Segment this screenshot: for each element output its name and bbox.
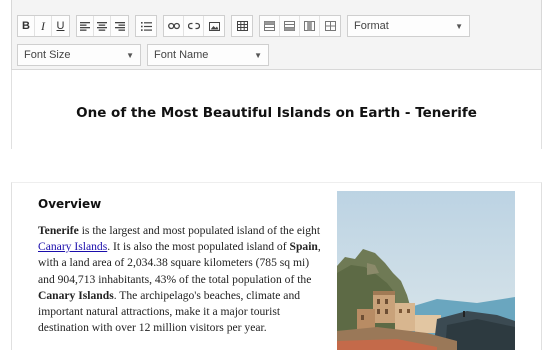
insert-group xyxy=(163,15,225,37)
text-canary-islands: Canary Islands xyxy=(38,288,114,302)
font-size-select[interactable]: Font Size ▼ xyxy=(17,44,141,66)
col-delete-button[interactable] xyxy=(320,16,340,36)
page-gap xyxy=(0,149,551,182)
list-group xyxy=(135,15,157,37)
unlink-icon xyxy=(187,22,200,30)
format-select-label: Format xyxy=(354,20,389,32)
chevron-down-icon: ▼ xyxy=(455,21,463,31)
toolbar-row-2: Font Size ▼ Font Name ▼ xyxy=(17,43,275,67)
paragraph-text: . It is also the most populated island o… xyxy=(107,240,290,254)
table-group xyxy=(231,15,253,37)
row-insert-icon xyxy=(264,21,275,31)
font-name-select[interactable]: Font Name ▼ xyxy=(147,44,269,66)
chevron-down-icon: ▼ xyxy=(254,50,262,60)
bullet-list-button[interactable] xyxy=(136,16,156,36)
table-icon xyxy=(236,21,248,31)
col-insert-button[interactable] xyxy=(300,16,320,36)
font-name-select-label: Font Name xyxy=(154,49,209,61)
coastal-village-image xyxy=(337,191,515,350)
rich-text-editor: B I U Format ▼ Font Size ▼ Font Name ▼ O… xyxy=(0,0,551,350)
overview-paragraph: Tenerife is the largest and most populat… xyxy=(38,223,323,336)
align-left-button[interactable] xyxy=(77,16,94,36)
text-spain: Spain xyxy=(289,240,318,254)
text-tenerife: Tenerife xyxy=(38,224,79,237)
image-icon xyxy=(208,21,220,31)
row-delete-button[interactable] xyxy=(280,16,300,36)
editor-toolbar: B I U Format ▼ Font Size ▼ Font Name ▼ xyxy=(11,0,542,70)
alignment-group xyxy=(76,15,129,37)
col-delete-icon xyxy=(324,21,336,31)
paragraph-text: is the largest and most populated island… xyxy=(78,224,321,237)
link-button[interactable] xyxy=(164,16,184,36)
align-center-button[interactable] xyxy=(94,16,111,36)
italic-button[interactable]: I xyxy=(35,16,52,36)
link-icon xyxy=(167,22,180,30)
document-title: One of the Most Beautiful Islands on Ear… xyxy=(76,105,477,121)
font-size-select-label: Font Size xyxy=(24,49,71,61)
image-button[interactable] xyxy=(204,16,224,36)
chevron-down-icon: ▼ xyxy=(126,50,134,60)
bold-button[interactable]: B xyxy=(18,16,35,36)
bullet-list-icon xyxy=(140,21,152,31)
format-select[interactable]: Format ▼ xyxy=(347,15,470,37)
document-header-block[interactable]: One of the Most Beautiful Islands on Ear… xyxy=(11,70,542,149)
align-center-icon xyxy=(97,21,107,31)
overview-heading: Overview xyxy=(38,197,102,211)
table-edit-group xyxy=(259,15,341,37)
toolbar-row-1: B I U Format ▼ xyxy=(17,14,476,38)
canary-islands-link[interactable]: Canary Islands xyxy=(38,240,107,253)
tenerife-photo xyxy=(337,191,515,350)
col-insert-icon xyxy=(304,21,315,31)
unlink-button[interactable] xyxy=(184,16,204,36)
align-right-icon xyxy=(114,21,125,31)
document-body[interactable]: Overview Tenerife is the largest and mos… xyxy=(11,182,542,350)
row-delete-icon xyxy=(284,21,295,31)
table-button[interactable] xyxy=(232,16,252,36)
text-style-group: B I U xyxy=(17,15,70,37)
row-insert-button[interactable] xyxy=(260,16,280,36)
underline-button[interactable]: U xyxy=(52,16,69,36)
align-left-icon xyxy=(80,21,90,31)
align-right-button[interactable] xyxy=(111,16,128,36)
